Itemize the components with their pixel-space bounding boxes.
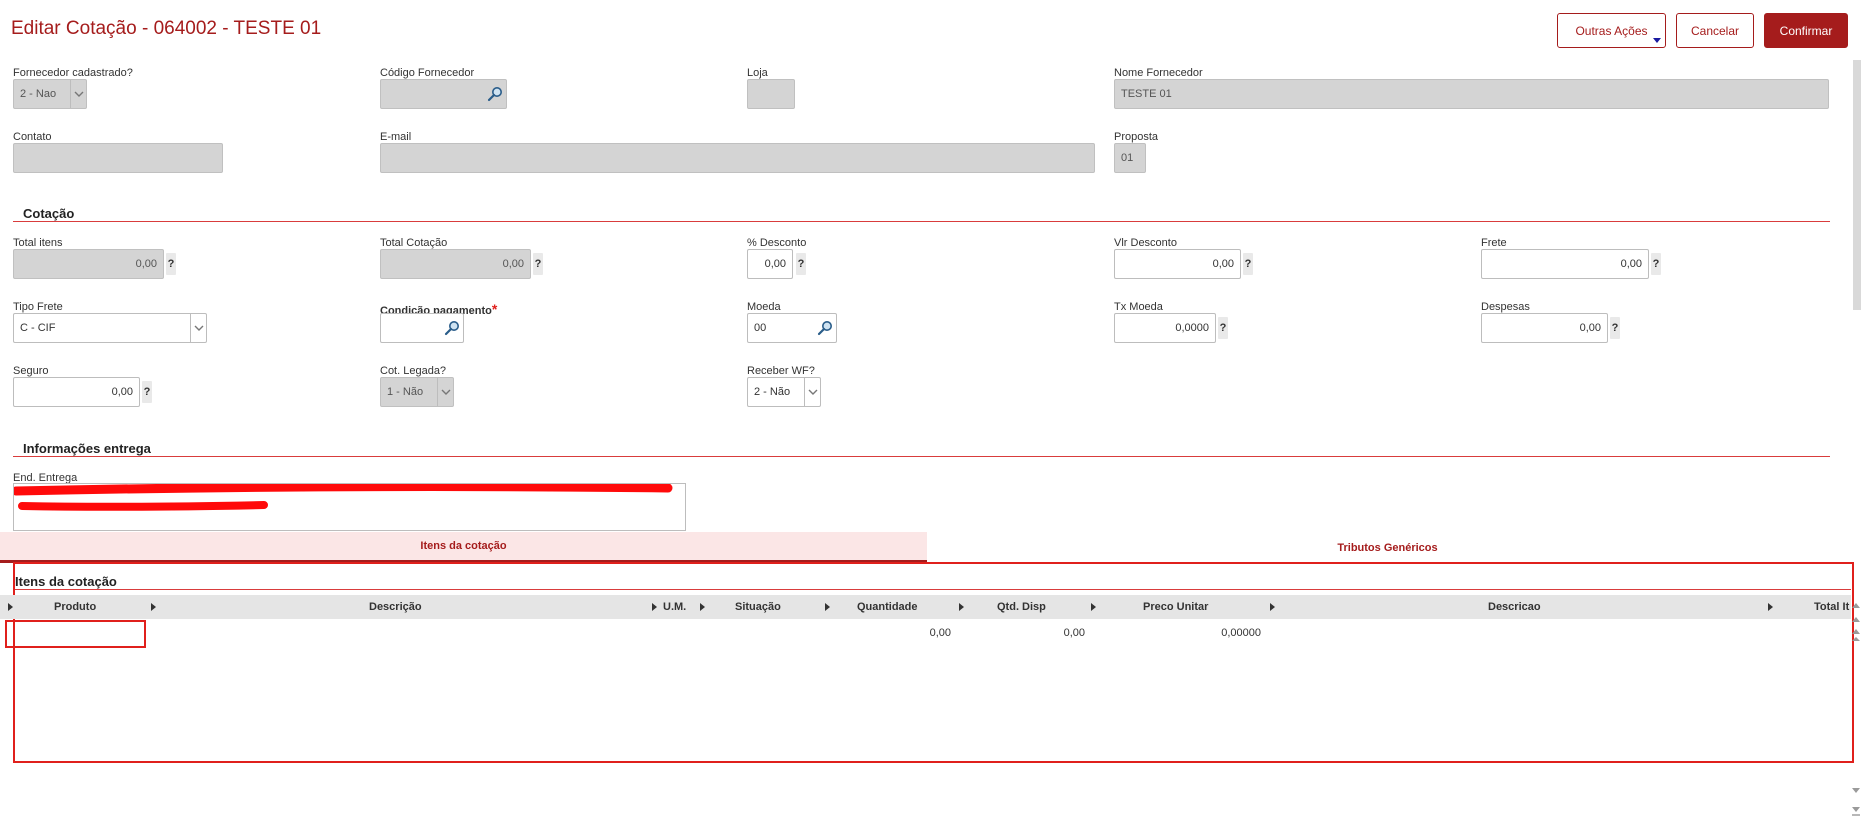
help-icon[interactable]: ? (1218, 317, 1228, 339)
supplier-code-field[interactable] (380, 79, 507, 109)
chevron-down-icon (804, 378, 820, 406)
other-actions-button[interactable]: Outras Ações (1557, 13, 1666, 48)
column-header-descricao[interactable]: Descrição (369, 595, 422, 619)
section-title-delivery: Informações entrega (23, 441, 151, 456)
tab-quotation-items[interactable]: Itens da cotação (0, 532, 927, 563)
supplier-name-label: Nome Fornecedor (1114, 67, 1203, 79)
store-field[interactable] (747, 79, 795, 109)
currency-field[interactable]: 00 (747, 313, 837, 343)
selected-cell-produto[interactable] (5, 620, 146, 648)
section-title-quotation: Cotação (23, 206, 75, 221)
section-divider (15, 589, 1851, 590)
column-header-situacao[interactable]: Situação (735, 595, 781, 619)
expenses-label: Despesas (1481, 301, 1530, 313)
column-marker-icon (700, 603, 705, 611)
legacy-quotation-select[interactable]: 1 - Não (380, 377, 454, 407)
search-icon[interactable] (817, 320, 833, 336)
cell-qtd-disp[interactable]: 0,00 (1014, 627, 1085, 639)
supplier-name-field[interactable]: TESTE 01 (1114, 79, 1829, 109)
scroll-down-icon[interactable] (1851, 785, 1861, 825)
column-header-qtd-disp[interactable]: Qtd. Disp (997, 595, 1046, 619)
column-marker-icon (959, 603, 964, 611)
help-icon[interactable]: ? (142, 381, 152, 403)
confirm-button[interactable]: Confirmar (1764, 13, 1848, 48)
help-icon[interactable]: ? (533, 253, 543, 275)
currency-label: Moeda (747, 301, 781, 313)
insurance-field[interactable]: 0,00 (13, 377, 140, 407)
required-marker: * (491, 301, 498, 317)
section-title-items: Itens da cotação (15, 574, 117, 589)
help-icon[interactable]: ? (1243, 253, 1253, 275)
grid-header (0, 595, 1851, 619)
column-marker-icon (151, 603, 156, 611)
page-title: Editar Cotação - 064002 - TESTE 01 (11, 18, 322, 39)
dropdown-caret-icon (1653, 38, 1661, 43)
store-label: Loja (747, 67, 768, 79)
column-header-um[interactable]: U.M. (663, 595, 686, 619)
receive-wf-label: Receber WF? (747, 365, 815, 377)
expenses-field[interactable]: 0,00 (1481, 313, 1608, 343)
redaction-mark (14, 484, 673, 511)
total-items-field[interactable]: 0,00 (13, 249, 164, 279)
scrollbar-thumb[interactable] (1853, 60, 1861, 310)
column-marker-icon (825, 603, 830, 611)
discount-value-label: Vlr Desconto (1114, 237, 1177, 249)
discount-value-field[interactable]: 0,00 (1114, 249, 1241, 279)
payment-condition-field[interactable] (380, 313, 464, 343)
chevron-down-icon (437, 378, 453, 406)
discount-pct-label: % Desconto (747, 237, 807, 249)
receive-wf-select[interactable]: 2 - Não (747, 377, 821, 407)
total-quotation-label: Total Cotação (380, 237, 448, 249)
cancel-button[interactable]: Cancelar (1676, 13, 1754, 48)
help-icon[interactable]: ? (796, 253, 806, 275)
currency-rate-field[interactable]: 0,0000 (1114, 313, 1216, 343)
column-marker-icon (1270, 603, 1275, 611)
discount-pct-field[interactable]: 0,00 (747, 249, 793, 279)
email-label: E-mail (380, 131, 412, 143)
column-header-total[interactable]: Total It (1814, 595, 1850, 619)
help-icon[interactable]: ? (1651, 253, 1661, 275)
cell-preco-unitario[interactable]: 0,00000 (1190, 627, 1261, 639)
tab-generic-taxes[interactable]: Tributos Genéricos (927, 532, 1848, 563)
email-field[interactable] (380, 143, 1095, 173)
contact-label: Contato (13, 131, 52, 143)
column-header-preco-unitario[interactable]: Preco Unitar (1143, 595, 1208, 619)
section-divider (13, 456, 1830, 457)
freight-field[interactable]: 0,00 (1481, 249, 1649, 279)
supplier-code-label: Código Fornecedor (380, 67, 475, 79)
column-marker-icon (1768, 603, 1773, 611)
help-icon[interactable]: ? (1610, 317, 1620, 339)
search-icon[interactable] (487, 86, 503, 102)
freight-label: Frete (1481, 237, 1507, 249)
insurance-label: Seguro (13, 365, 49, 377)
cell-quantidade[interactable]: 0,00 (880, 627, 951, 639)
proposal-field[interactable]: 01 (1114, 143, 1146, 173)
column-marker-icon (652, 603, 657, 611)
supplier-registered-label: Fornecedor cadastrado? (13, 67, 133, 79)
column-header-produto[interactable]: Produto (54, 595, 96, 619)
freight-type-label: Tipo Frete (13, 301, 63, 313)
chevron-down-icon (70, 80, 86, 108)
freight-type-select[interactable]: C - CIF (13, 313, 207, 343)
chevron-down-icon (190, 314, 206, 342)
total-items-label: Total itens (13, 237, 63, 249)
highlight-frame (13, 562, 1854, 763)
supplier-registered-select[interactable]: 2 - Nao (13, 79, 87, 109)
currency-rate-label: Tx Moeda (1114, 301, 1163, 313)
column-header-descricao-2[interactable]: Descricao (1488, 595, 1541, 619)
total-quotation-field[interactable]: 0,00 (380, 249, 531, 279)
search-icon[interactable] (444, 320, 460, 336)
section-divider (13, 221, 1830, 222)
column-header-quantidade[interactable]: Quantidade (857, 595, 918, 619)
column-marker-icon (8, 603, 13, 611)
legacy-quotation-label: Cot. Legada? (380, 365, 447, 377)
proposal-label: Proposta (1114, 131, 1159, 143)
column-marker-icon (1091, 603, 1096, 611)
help-icon[interactable]: ? (166, 253, 176, 275)
delivery-address-textarea[interactable] (13, 483, 686, 531)
contact-field[interactable] (13, 143, 223, 173)
